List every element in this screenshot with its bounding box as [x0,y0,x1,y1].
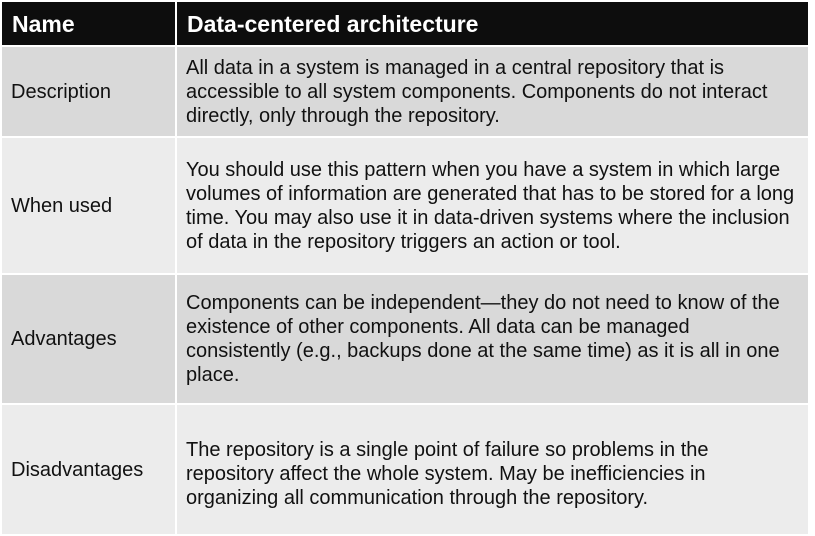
table-row-description: Description All data in a system is mana… [0,45,810,138]
row-label-disadvantages: Disadvantages [0,403,177,536]
table-row-disadvantages: Disadvantages The repository is a single… [0,403,810,536]
row-label-description: Description [0,45,177,138]
architecture-pattern-table: Name Data-centered architecture Descript… [0,0,810,536]
table-row-advantages: Advantages Components can be independent… [0,273,810,405]
row-label-advantages: Advantages [0,273,177,405]
table-header-row: Name Data-centered architecture [0,0,810,47]
table-row-when-used: When used You should use this pattern wh… [0,136,810,275]
row-text-description: All data in a system is managed in a cen… [175,45,810,138]
row-text-advantages: Components can be independent—they do no… [175,273,810,405]
header-pattern-title: Data-centered architecture [175,0,810,47]
row-label-when-used: When used [0,136,177,275]
header-name: Name [0,0,177,47]
row-text-when-used: You should use this pattern when you hav… [175,136,810,275]
row-text-disadvantages: The repository is a single point of fail… [175,403,810,536]
pattern-table-container: Name Data-centered architecture Descript… [0,0,810,536]
